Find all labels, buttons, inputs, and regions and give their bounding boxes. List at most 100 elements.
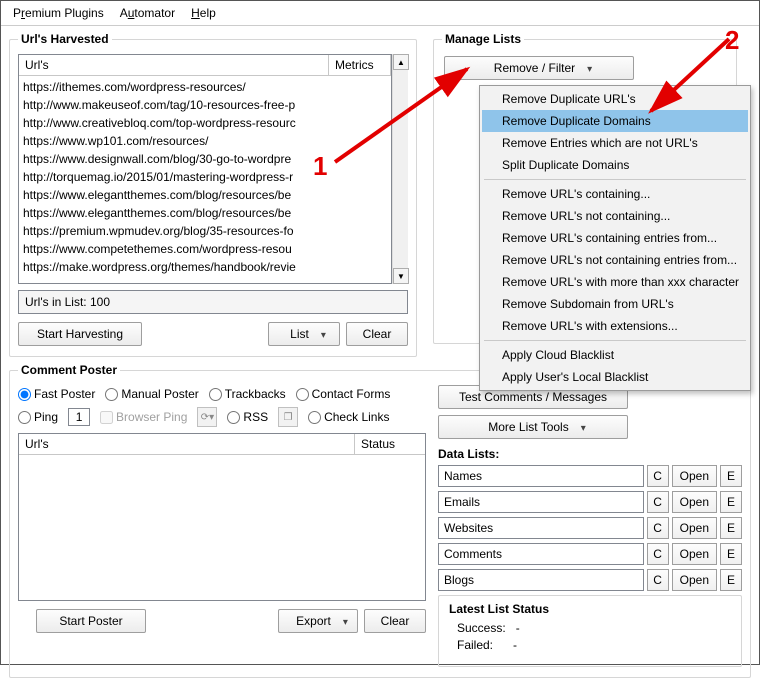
list-dropdown-button[interactable]: List (268, 322, 340, 346)
emails-c-button[interactable]: C (647, 491, 669, 513)
rss-radio[interactable]: RSS (227, 410, 268, 424)
poster-list-box: Url's Status (18, 433, 426, 601)
chevron-down-icon (581, 420, 586, 434)
menu-automator[interactable]: Automator (120, 6, 175, 20)
success-value: - (516, 621, 520, 635)
data-list-row-websites: C Open E (438, 517, 742, 539)
start-harvesting-button[interactable]: Start Harvesting (18, 322, 142, 346)
menu-remove-not-urls[interactable]: Remove Entries which are not URL's (482, 132, 748, 154)
manual-poster-radio[interactable]: Manual Poster (105, 387, 198, 401)
remove-filter-dropdown[interactable]: Remove / Filter (444, 56, 634, 80)
urls-harvested-group: Url's Harvested Url's Metrics https://it… (9, 32, 417, 357)
browser-ping-checkbox: Browser Ping (100, 410, 187, 424)
url-row[interactable]: https://make.wordpress.org/themes/handbo… (23, 258, 387, 276)
menubar: Premium Plugins Automator Help (1, 1, 759, 26)
menu-remove-more-chars[interactable]: Remove URL's with more than xxx characte… (482, 271, 748, 293)
failed-label: Failed: (457, 638, 493, 652)
url-row[interactable]: https://premium.wpmudev.org/blog/35-reso… (23, 222, 387, 240)
url-list-scrollbar[interactable]: ▲ ▼ (392, 54, 408, 284)
menu-remove-extensions[interactable]: Remove URL's with extensions... (482, 315, 748, 337)
url-list-box: Url's Metrics https://ithemes.com/wordpr… (18, 54, 392, 284)
refresh-icon[interactable]: ⟳▾ (197, 407, 217, 427)
manage-lists-legend: Manage Lists (442, 32, 524, 46)
col-urls[interactable]: Url's (19, 55, 329, 75)
trackbacks-radio[interactable]: Trackbacks (209, 387, 286, 401)
blogs-input[interactable] (438, 569, 644, 591)
menu-remove-dup-urls[interactable]: Remove Duplicate URL's (482, 88, 748, 110)
export-dropdown-button[interactable]: Export (278, 609, 358, 633)
latest-list-status-group: Latest List Status Success: - Failed: - (438, 595, 742, 667)
urls-harvested-legend: Url's Harvested (18, 32, 112, 46)
url-row[interactable]: http://www.creativebloq.com/top-wordpres… (23, 114, 387, 132)
blogs-c-button[interactable]: C (647, 569, 669, 591)
success-label: Success: (457, 621, 506, 635)
menu-remove-containing[interactable]: Remove URL's containing... (482, 183, 748, 205)
poster-list[interactable] (19, 455, 425, 600)
comments-e-button[interactable]: E (720, 543, 742, 565)
url-row[interactable]: https://www.elegantthemes.com/blog/resou… (23, 186, 387, 204)
websites-open-button[interactable]: Open (672, 517, 717, 539)
chevron-down-icon (321, 327, 326, 341)
data-list-row-emails: C Open E (438, 491, 742, 513)
websites-c-button[interactable]: C (647, 517, 669, 539)
names-input[interactable] (438, 465, 644, 487)
emails-e-button[interactable]: E (720, 491, 742, 513)
data-list-row-blogs: C Open E (438, 569, 742, 591)
menu-help[interactable]: Help (191, 6, 216, 20)
names-c-button[interactable]: C (647, 465, 669, 487)
data-list-row-names: C Open E (438, 465, 742, 487)
url-count-status: Url's in List: 100 (18, 290, 408, 314)
url-row[interactable]: https://www.wp101.com/resources/ (23, 132, 387, 150)
scroll-down-icon[interactable]: ▼ (393, 268, 409, 284)
menu-local-blacklist[interactable]: Apply User's Local Blacklist (482, 366, 748, 388)
copy-icon[interactable]: ❐ (278, 407, 298, 427)
comment-poster-group: Comment Poster Fast Poster Manual Poster… (9, 363, 751, 678)
url-row[interactable]: http://www.makeuseof.com/tag/10-resource… (23, 96, 387, 114)
menu-remove-subdomain[interactable]: Remove Subdomain from URL's (482, 293, 748, 315)
url-row[interactable]: http://torquemag.io/2015/01/mastering-wo… (23, 168, 387, 186)
emails-input[interactable] (438, 491, 644, 513)
check-links-radio[interactable]: Check Links (308, 410, 389, 424)
ping-radio[interactable]: Ping (18, 410, 58, 424)
clear-poster-button[interactable]: Clear (364, 609, 426, 633)
blogs-e-button[interactable]: E (720, 569, 742, 591)
url-row[interactable]: https://www.competethemes.com/wordpress-… (23, 240, 387, 258)
names-open-button[interactable]: Open (672, 465, 717, 487)
menu-remove-dup-domains[interactable]: Remove Duplicate Domains (482, 110, 748, 132)
remove-filter-menu: Remove Duplicate URL's Remove Duplicate … (479, 85, 751, 391)
data-lists-label: Data Lists: (438, 447, 742, 461)
menu-split-dup-domains[interactable]: Split Duplicate Domains (482, 154, 748, 176)
url-list-header: Url's Metrics (19, 55, 391, 76)
contact-forms-radio[interactable]: Contact Forms (296, 387, 391, 401)
comments-input[interactable] (438, 543, 644, 565)
websites-input[interactable] (438, 517, 644, 539)
menu-remove-not-containing[interactable]: Remove URL's not containing... (482, 205, 748, 227)
poster-col-urls[interactable]: Url's (19, 434, 355, 454)
comments-open-button[interactable]: Open (672, 543, 717, 565)
chevron-down-icon (343, 614, 348, 628)
url-row[interactable]: https://ithemes.com/wordpress-resources/ (23, 78, 387, 96)
ping-count-input[interactable] (68, 408, 90, 426)
scroll-up-icon[interactable]: ▲ (393, 54, 409, 70)
menu-premium-plugins[interactable]: Premium Plugins (13, 6, 104, 20)
menu-remove-not-entries-from[interactable]: Remove URL's not containing entries from… (482, 249, 748, 271)
start-poster-button[interactable]: Start Poster (36, 609, 146, 633)
menu-cloud-blacklist[interactable]: Apply Cloud Blacklist (482, 344, 748, 366)
more-list-tools-dropdown[interactable]: More List Tools (438, 415, 628, 439)
url-list[interactable]: https://ithemes.com/wordpress-resources/… (19, 76, 391, 283)
clear-harvest-button[interactable]: Clear (346, 322, 408, 346)
names-e-button[interactable]: E (720, 465, 742, 487)
comment-poster-legend: Comment Poster (18, 363, 120, 377)
fast-poster-radio[interactable]: Fast Poster (18, 387, 95, 401)
url-row[interactable]: https://www.designwall.com/blog/30-go-to… (23, 150, 387, 168)
poster-col-status[interactable]: Status (355, 434, 425, 454)
url-row[interactable]: https://www.elegantthemes.com/blog/resou… (23, 204, 387, 222)
blogs-open-button[interactable]: Open (672, 569, 717, 591)
websites-e-button[interactable]: E (720, 517, 742, 539)
comments-c-button[interactable]: C (647, 543, 669, 565)
col-metrics[interactable]: Metrics (329, 55, 391, 75)
menu-remove-entries-from[interactable]: Remove URL's containing entries from... (482, 227, 748, 249)
latest-list-status-title: Latest List Status (449, 602, 731, 616)
emails-open-button[interactable]: Open (672, 491, 717, 513)
data-list-row-comments: C Open E (438, 543, 742, 565)
